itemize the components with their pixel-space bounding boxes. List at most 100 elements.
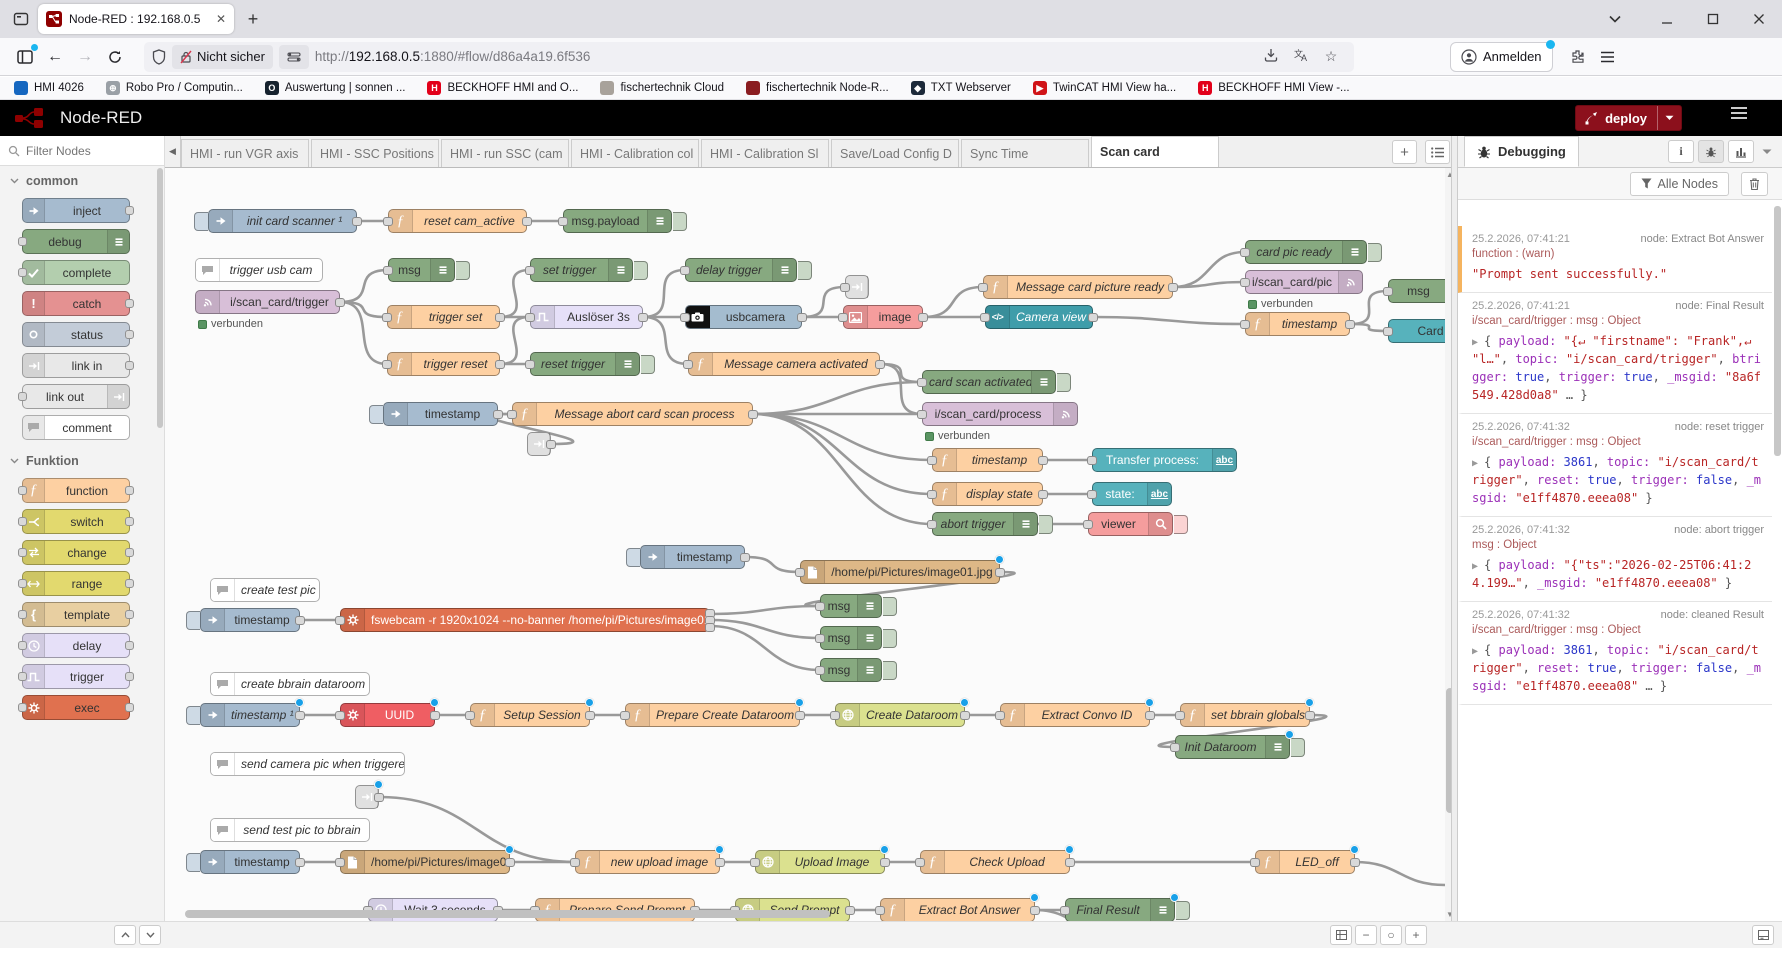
sidebar-caret-icon[interactable] <box>1758 149 1776 155</box>
flow-node-timestamp[interactable]: timestamp <box>383 402 498 426</box>
add-flow-button[interactable]: + <box>1392 140 1417 164</box>
input-port[interactable] <box>335 711 345 720</box>
input-port[interactable] <box>795 568 805 577</box>
security-chip[interactable]: Nicht sicher <box>172 45 273 69</box>
debug-toggle-button[interactable] <box>1057 373 1071 392</box>
flow-node-timestamp[interactable]: timestamp <box>640 545 745 569</box>
debug-toggle-button[interactable] <box>883 661 897 680</box>
flow-tab-HMI---run-SSC-(cam[interactable]: HMI - run SSC (cam <box>441 139 569 167</box>
output-port[interactable] <box>1088 313 1098 322</box>
bookmark-item[interactable]: fischertechnik Node-R... <box>746 81 889 95</box>
palette-category-Funktion[interactable]: Funktion <box>0 446 164 472</box>
debug-tab-button[interactable] <box>1698 140 1724 163</box>
flow-node-init-card-scanner-[interactable]: init card scanner ¹ <box>208 209 357 233</box>
palette-node-link-in[interactable]: link in <box>22 353 130 378</box>
palette-node-status[interactable]: status <box>22 322 130 347</box>
inject-button[interactable] <box>186 853 200 872</box>
input-port[interactable] <box>815 634 825 643</box>
input-port[interactable] <box>18 486 27 495</box>
output-port[interactable] <box>1305 711 1315 720</box>
palette-node-range[interactable]: range <box>22 571 130 596</box>
output-port[interactable] <box>795 711 805 720</box>
url-text[interactable]: http://192.168.0.5:1880/#flow/d86a4a19.6… <box>315 49 1252 64</box>
permissions-icon[interactable] <box>279 45 309 69</box>
deploy-button[interactable]: deploy <box>1575 105 1682 131</box>
output-port[interactable] <box>125 299 134 308</box>
menu-hamburger-icon[interactable] <box>1593 43 1623 71</box>
flow-node-set-trigger[interactable]: set trigger <box>530 258 633 282</box>
input-port[interactable] <box>1170 743 1180 752</box>
palette-node-delay[interactable]: delay <box>22 633 130 658</box>
input-port[interactable] <box>917 410 927 419</box>
debug-toggle-button[interactable] <box>641 355 655 374</box>
flow-node-Message-abort-card-scan-proces[interactable]: ƒMessage abort card scan process <box>512 402 753 426</box>
minimap-toggle-button[interactable] <box>1330 925 1352 945</box>
output-port[interactable] <box>875 360 885 369</box>
flow-node-card-scan-activated[interactable]: card scan activated <box>922 370 1056 394</box>
output-port[interactable] <box>295 711 305 720</box>
input-port[interactable] <box>1383 327 1393 336</box>
palette-node-switch[interactable]: switch <box>22 509 130 534</box>
flow-node-fswebcam-r-1920x1024-no-banner[interactable]: fswebcam -r 1920x1024 --no-banner /home/… <box>340 608 710 632</box>
palette-filter-input[interactable] <box>26 144 136 158</box>
flow-node-create-bbrain-dataroom[interactable]: create bbrain dataroom <box>210 672 370 696</box>
inject-button[interactable] <box>194 212 208 231</box>
new-tab-button[interactable]: + <box>240 6 266 32</box>
palette-scrollbar[interactable] <box>157 168 163 428</box>
flow-node-usbcamera[interactable]: usbcamera <box>685 305 802 329</box>
zoom-out-button[interactable]: − <box>1355 925 1377 945</box>
input-port[interactable] <box>1383 287 1393 296</box>
flow-node-link[interactable] <box>355 785 379 809</box>
flow-node-state-[interactable]: state:abc <box>1092 482 1172 506</box>
input-port[interactable] <box>980 313 990 322</box>
flow-node-LED_off[interactable]: ƒLED_off <box>1255 850 1355 874</box>
input-port[interactable] <box>1240 248 1250 257</box>
input-port[interactable] <box>558 217 568 226</box>
flow-node--home-pi-Pictures-image01-jpg[interactable]: /home/pi/Pictures/image01.jpg <box>340 850 510 874</box>
save-page-icon[interactable] <box>1258 48 1284 65</box>
dashboard-tab-button[interactable] <box>1728 140 1754 163</box>
debug-toggle-button[interactable] <box>1039 515 1053 534</box>
input-port[interactable] <box>570 858 580 867</box>
inject-button[interactable] <box>186 706 200 725</box>
input-port[interactable] <box>382 360 392 369</box>
flow-node-image[interactable]: image <box>843 305 923 329</box>
output-port[interactable] <box>1038 456 1048 465</box>
input-port[interactable] <box>683 360 693 369</box>
flow-node-Upload-Image[interactable]: Upload Image <box>755 850 885 874</box>
flow-node-Message-camera-activated[interactable]: ƒMessage camera activated <box>688 352 880 376</box>
maximize-button[interactable] <box>1690 0 1736 38</box>
flow-node-viewer[interactable]: viewer <box>1088 512 1173 536</box>
input-port[interactable] <box>525 266 535 275</box>
input-port[interactable] <box>927 456 937 465</box>
flow-node-send-camera-pic-when-triggered[interactable]: send camera pic when triggered <box>210 752 405 776</box>
bookmark-item[interactable]: HBECKHOFF HMI View -... <box>1198 81 1349 95</box>
debug-toggle-button[interactable] <box>1174 515 1188 534</box>
input-port[interactable] <box>1240 320 1250 329</box>
output-port[interactable] <box>125 517 134 526</box>
input-port[interactable] <box>383 266 393 275</box>
input-port[interactable] <box>840 283 850 292</box>
flow-node-Transfer-process-[interactable]: Transfer process:abc <box>1092 448 1237 472</box>
palette-node-comment[interactable]: comment <box>22 415 130 440</box>
input-port[interactable] <box>335 616 345 625</box>
flow-tab-HMI---Calibration-col[interactable]: HMI - Calibration col <box>571 139 699 167</box>
input-port[interactable] <box>1083 520 1093 529</box>
input-port[interactable] <box>815 666 825 675</box>
flow-node-card-pic-ready[interactable]: card pic ready <box>1245 240 1367 264</box>
flow-tab-Save/Load-Config-D[interactable]: Save/Load Config D <box>831 139 959 167</box>
inject-button[interactable] <box>369 405 383 424</box>
output-port[interactable] <box>125 641 134 650</box>
output-port[interactable] <box>295 858 305 867</box>
input-port[interactable] <box>1250 858 1260 867</box>
output-port[interactable] <box>748 410 758 419</box>
input-port[interactable] <box>18 392 27 401</box>
output-port[interactable] <box>522 217 532 226</box>
input-port[interactable] <box>383 217 393 226</box>
palette-node-exec[interactable]: exec <box>22 695 130 720</box>
debug-payload[interactable]: ▶ { payload: 3861, topic: "i/scan_card/t… <box>1472 641 1764 695</box>
output-port[interactable] <box>918 313 928 322</box>
flow-node-reset-trigger[interactable]: reset trigger <box>530 352 640 376</box>
flow-node--home-pi-Pictures-image01-jpg[interactable]: /home/pi/Pictures/image01.jpg <box>800 560 1000 584</box>
output-port[interactable] <box>125 330 134 339</box>
